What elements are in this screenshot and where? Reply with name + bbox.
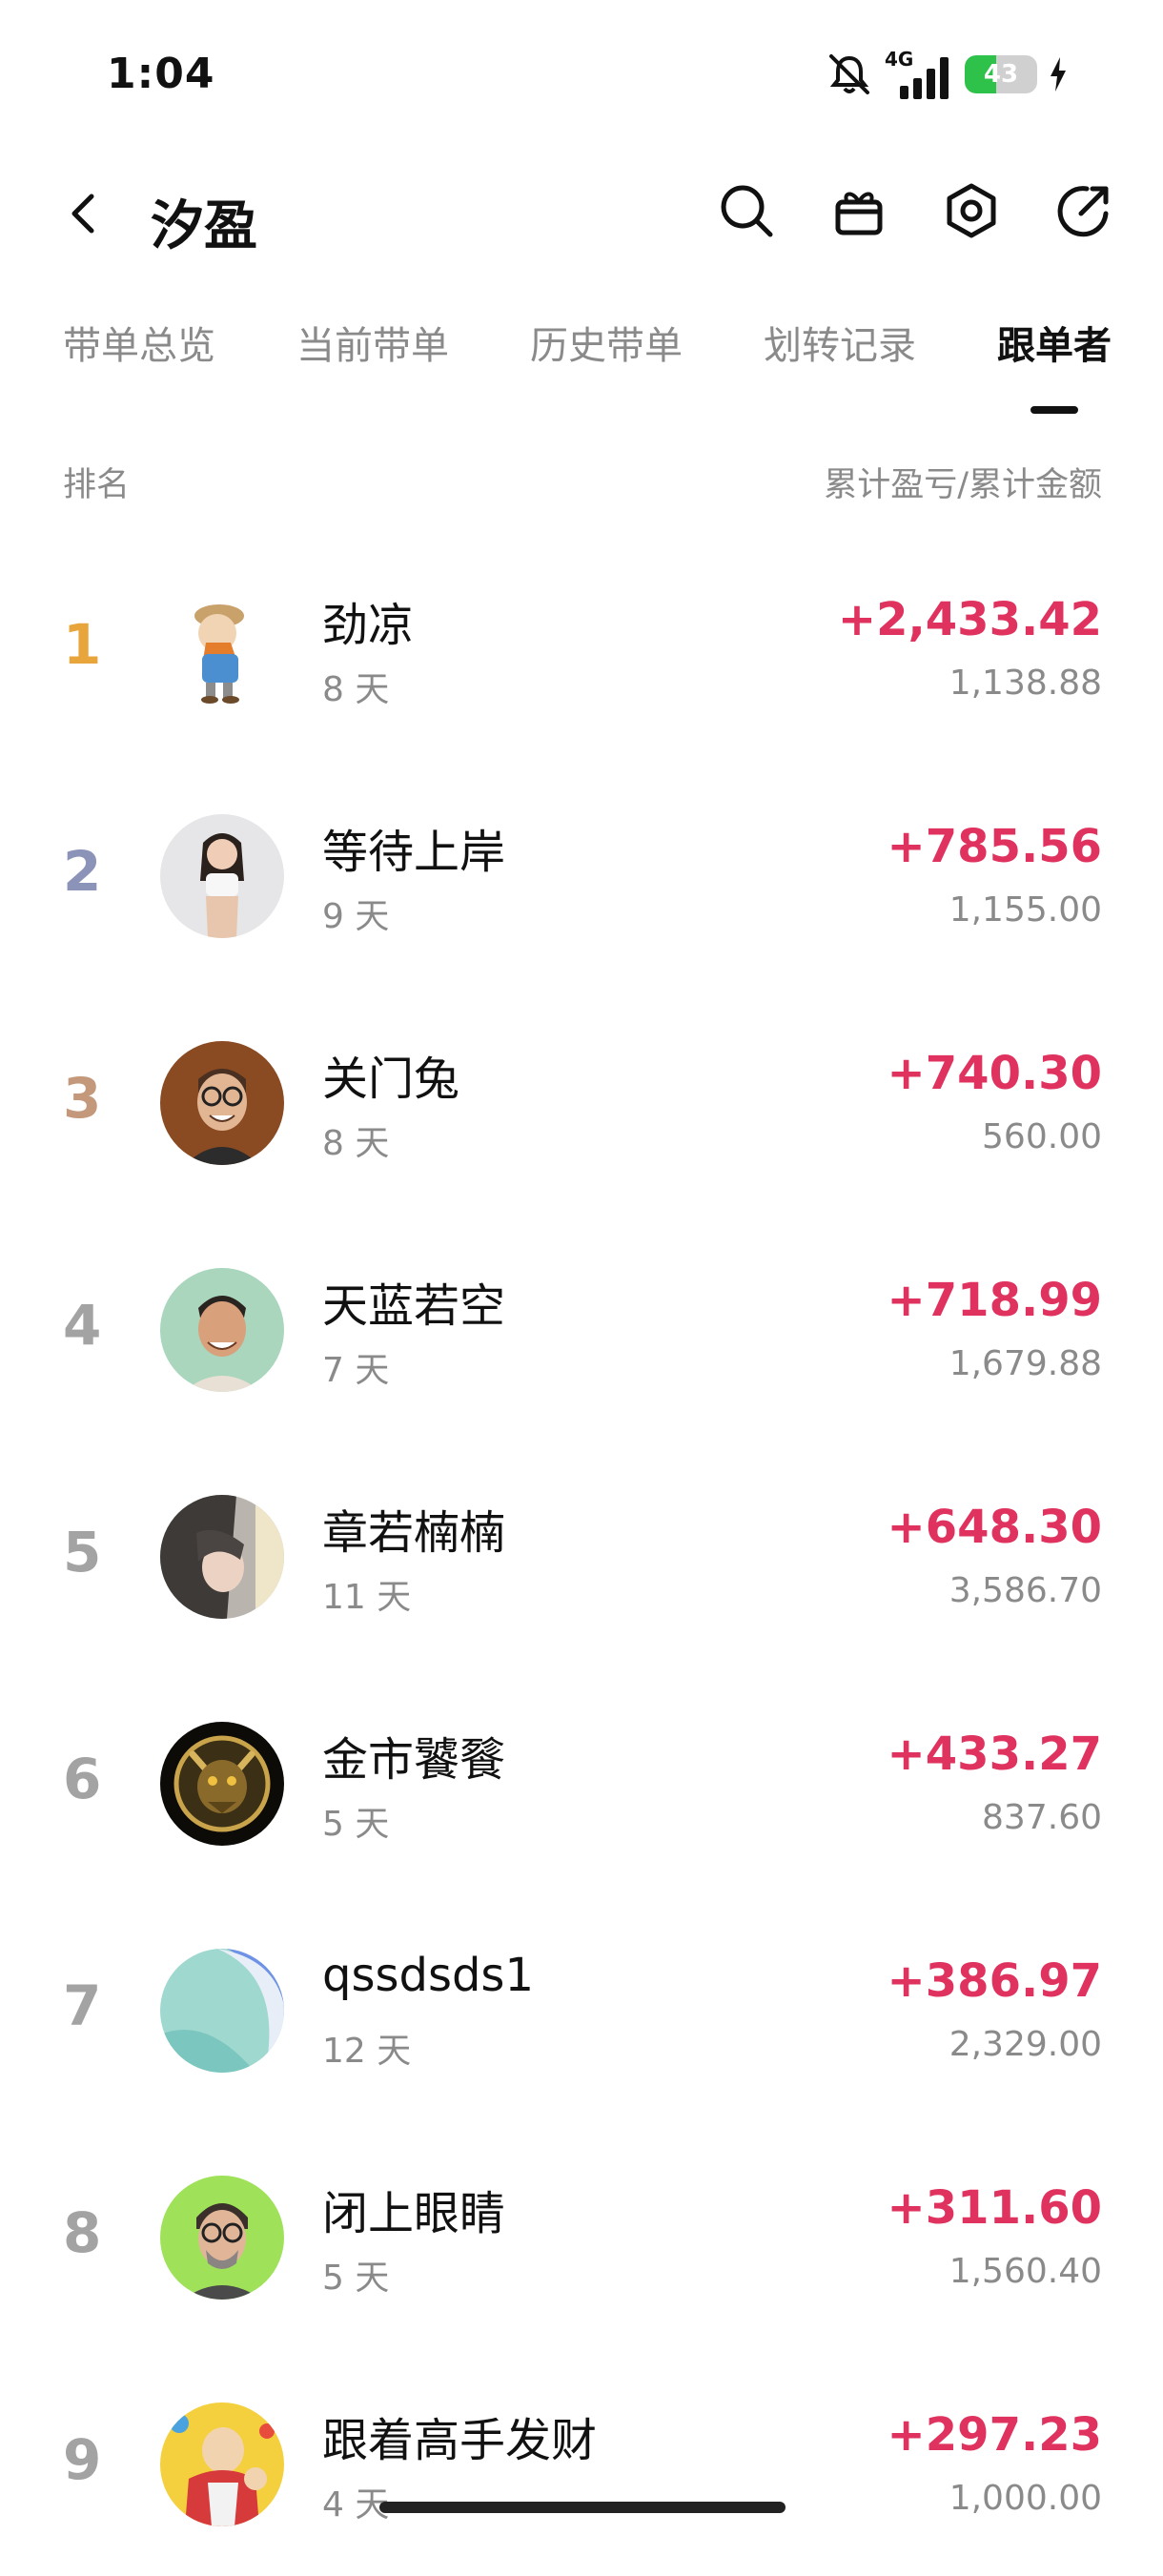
cumulative-profit: +2,433.42 bbox=[837, 593, 1102, 646]
rank-number: 5 bbox=[63, 1520, 102, 1584]
follow-days: 7 天 bbox=[322, 1351, 390, 1390]
follower-name: 章若楠楠 bbox=[322, 1506, 506, 1560]
avatar bbox=[160, 1495, 284, 1619]
list-item[interactable]: 4 天蓝若空 7 天 +718.99 1,679.88 bbox=[0, 1215, 1163, 1441]
avatar bbox=[160, 2176, 284, 2300]
list-item[interactable]: 3 关门兔 8 天 +740.30 560.00 bbox=[0, 988, 1163, 1215]
list-item[interactable]: 9 跟着高手发财 4 天 +297.23 1,000.00 bbox=[0, 2349, 1163, 2576]
list-item[interactable]: 2 等待上岸 9 天 +785.56 1,155.00 bbox=[0, 761, 1163, 988]
tab-history[interactable]: 历史带单 bbox=[530, 315, 683, 370]
cumulative-profit: +386.97 bbox=[887, 1954, 1102, 2008]
list-item[interactable]: 7 qssdsds1 12 天 +386.97 2,329.00 bbox=[0, 1895, 1163, 2122]
rank-number: 9 bbox=[63, 2427, 102, 2492]
cumulative-amount: 1,155.00 bbox=[949, 890, 1102, 930]
follow-days: 5 天 bbox=[322, 1805, 390, 1844]
follow-days: 11 天 bbox=[322, 1578, 412, 1617]
list-header: 排名 累计盈亏/累计金额 bbox=[63, 458, 1102, 506]
home-indicator[interactable] bbox=[379, 2502, 786, 2513]
follow-days: 8 天 bbox=[322, 1124, 390, 1163]
follower-name: qssdsds1 bbox=[322, 1949, 534, 2002]
cumulative-profit: +718.99 bbox=[887, 1274, 1102, 1327]
search-icon[interactable] bbox=[717, 181, 776, 240]
follower-name: 关门兔 bbox=[322, 1053, 460, 1106]
cumulative-amount: 1,560.40 bbox=[949, 2252, 1102, 2291]
rank-number: 8 bbox=[63, 2200, 102, 2265]
tab-bar: 带单总览 当前带单 历史带单 划转记录 跟单者 bbox=[63, 315, 1112, 414]
list-item[interactable]: 1 劲凉 8 天 +2,433.42 1,138.88 bbox=[0, 534, 1163, 761]
page-header: 汐盈 bbox=[0, 162, 1163, 267]
status-bar: 1:04 4G 43 bbox=[0, 0, 1163, 143]
page-title: 汐盈 bbox=[151, 195, 257, 257]
tab-transfers[interactable]: 划转记录 bbox=[764, 315, 916, 370]
cumulative-profit: +311.60 bbox=[887, 2181, 1102, 2235]
rank-number: 4 bbox=[63, 1293, 102, 1358]
follow-days: 12 天 bbox=[322, 2032, 412, 2071]
avatar bbox=[160, 587, 284, 711]
follow-days: 9 天 bbox=[322, 897, 390, 936]
avatar bbox=[160, 1041, 284, 1165]
cumulative-profit: +433.27 bbox=[887, 1728, 1102, 1781]
avatar bbox=[160, 1949, 284, 2073]
charging-icon bbox=[1051, 57, 1066, 92]
follower-name: 闭上眼睛 bbox=[322, 2187, 506, 2240]
settings-icon[interactable] bbox=[942, 181, 1001, 240]
pnl-column-header: 累计盈亏/累计金额 bbox=[824, 466, 1102, 504]
follower-name: 天蓝若空 bbox=[322, 1279, 506, 1333]
avatar bbox=[160, 2402, 284, 2526]
follower-name: 等待上岸 bbox=[322, 826, 506, 879]
status-icons: 4G 43 bbox=[826, 46, 1068, 103]
list-item[interactable]: 6 金市饕餮 5 天 +433.27 837.60 bbox=[0, 1668, 1163, 1895]
gift-icon[interactable] bbox=[829, 181, 888, 240]
status-time: 1:04 bbox=[107, 50, 215, 98]
battery-indicator: 43 bbox=[965, 55, 1037, 93]
list-item[interactable]: 8 闭上眼睛 5 天 +311.60 1,560.40 bbox=[0, 2122, 1163, 2349]
cumulative-amount: 2,329.00 bbox=[949, 2025, 1102, 2064]
follower-name: 跟着高手发财 bbox=[322, 2414, 598, 2467]
tab-followers-label: 跟单者 bbox=[997, 324, 1112, 368]
cumulative-profit: +297.23 bbox=[887, 2408, 1102, 2462]
cumulative-amount: 837.60 bbox=[982, 1798, 1102, 1837]
rank-number: 3 bbox=[63, 1066, 102, 1131]
tab-current[interactable]: 当前带单 bbox=[296, 315, 449, 370]
cumulative-profit: +740.30 bbox=[887, 1047, 1102, 1100]
cumulative-amount: 560.00 bbox=[982, 1117, 1102, 1156]
signal-icon: 4G bbox=[885, 48, 953, 101]
header-actions bbox=[717, 181, 1113, 240]
tab-followers[interactable]: 跟单者 bbox=[997, 315, 1112, 414]
avatar bbox=[160, 1268, 284, 1392]
mute-icon bbox=[829, 54, 869, 94]
follow-days: 8 天 bbox=[322, 670, 390, 709]
rank-number: 1 bbox=[63, 612, 102, 677]
cumulative-profit: +785.56 bbox=[887, 820, 1102, 873]
battery-level: 43 bbox=[983, 60, 1019, 89]
cumulative-amount: 1,679.88 bbox=[949, 1344, 1102, 1383]
rank-number: 6 bbox=[63, 1747, 102, 1811]
avatar bbox=[160, 814, 284, 938]
active-tab-indicator bbox=[1030, 406, 1078, 414]
list-item[interactable]: 5 章若楠楠 11 天 +648.30 3,586.70 bbox=[0, 1441, 1163, 1668]
cumulative-amount: 3,586.70 bbox=[949, 1571, 1102, 1610]
cumulative-amount: 1,138.88 bbox=[949, 664, 1102, 703]
rank-number: 2 bbox=[63, 839, 102, 904]
rank-column-header: 排名 bbox=[63, 466, 131, 504]
follow-days: 5 天 bbox=[322, 2259, 390, 2298]
tab-overview[interactable]: 带单总览 bbox=[63, 315, 215, 370]
follower-name: 劲凉 bbox=[322, 599, 415, 652]
rank-number: 7 bbox=[63, 1973, 102, 2038]
share-icon[interactable] bbox=[1054, 181, 1113, 240]
avatar bbox=[160, 1722, 284, 1846]
follow-days: 4 天 bbox=[322, 2485, 390, 2525]
follower-list: 1 劲凉 8 天 +2,433.42 1,138.88 2 等待上岸 9 天 +… bbox=[0, 534, 1163, 2576]
cumulative-profit: +648.30 bbox=[887, 1501, 1102, 1554]
cumulative-amount: 1,000.00 bbox=[949, 2479, 1102, 2518]
back-icon[interactable] bbox=[55, 185, 112, 242]
follower-name: 金市饕餮 bbox=[322, 1733, 506, 1787]
